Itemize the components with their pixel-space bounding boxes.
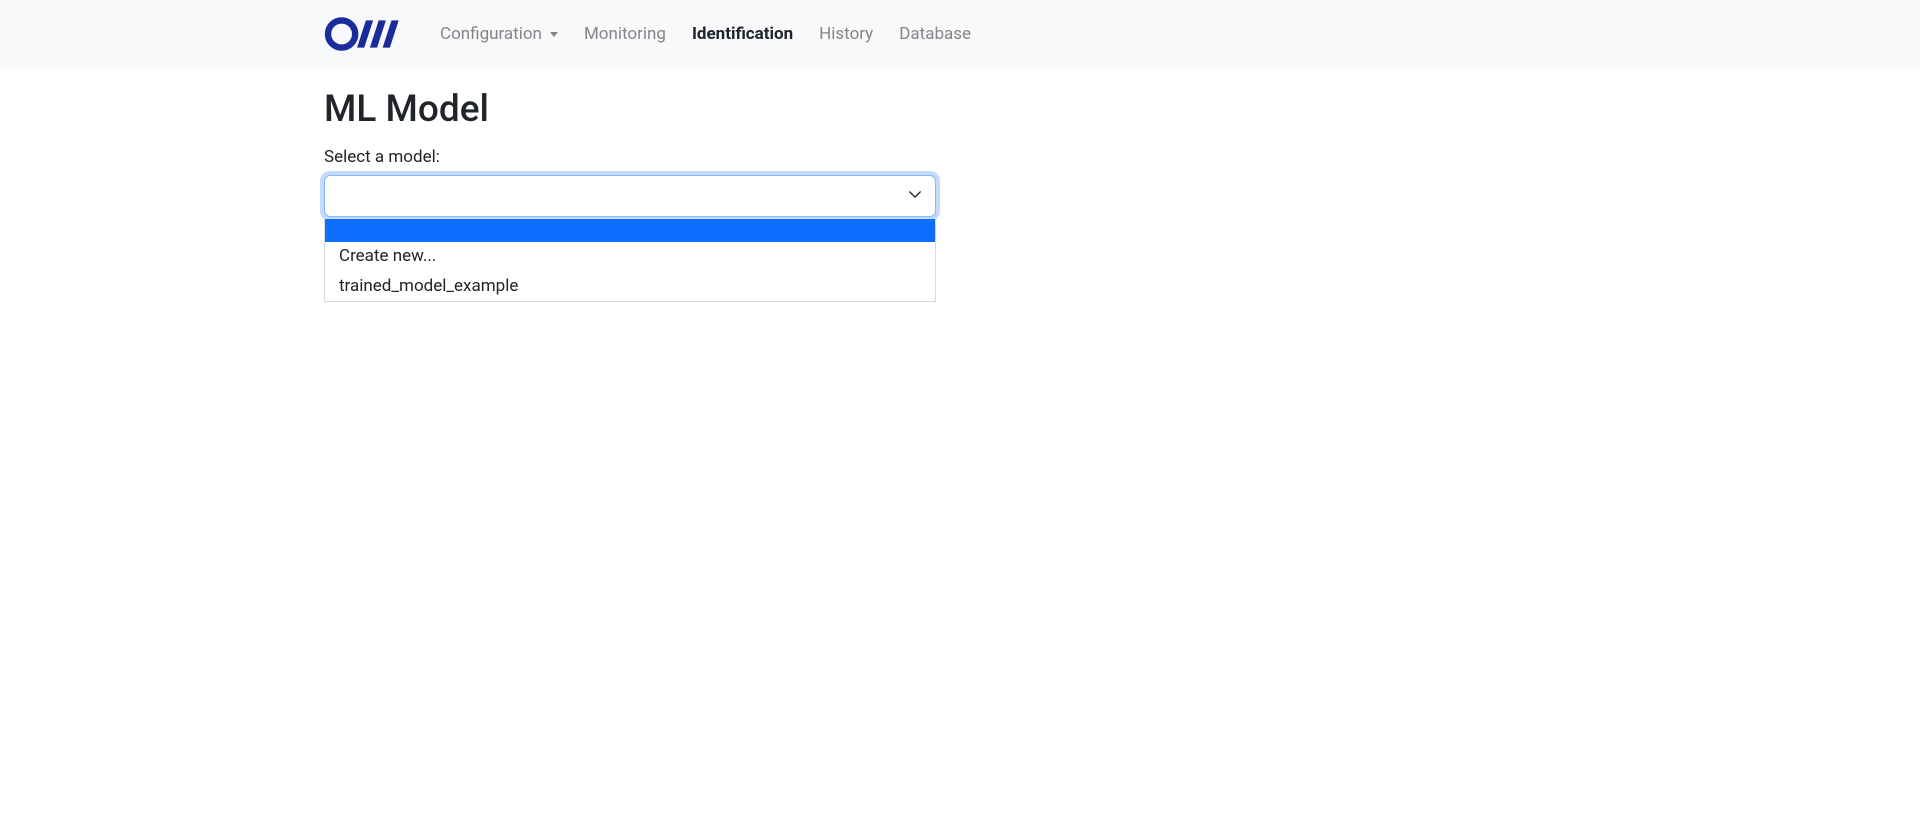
main-container: ML Model Select a model: Create new... t… (300, 68, 1620, 237)
model-option-trained-example[interactable]: trained_model_example (325, 272, 935, 302)
model-option-empty[interactable] (325, 219, 935, 242)
model-select[interactable] (324, 175, 936, 217)
model-select-dropdown: Create new... trained_model_example (324, 219, 936, 302)
nav-identification[interactable]: Identification (680, 16, 805, 52)
navbar: Configuration Monitoring Identification … (0, 0, 1920, 68)
nav-links: Configuration Monitoring Identification … (428, 16, 983, 52)
navbar-inner: Configuration Monitoring Identification … (300, 4, 1620, 64)
page-title: ML Model (324, 88, 1596, 131)
brand-logo[interactable] (324, 16, 404, 52)
nav-database-label: Database (899, 24, 971, 44)
nav-configuration-label: Configuration (440, 24, 542, 44)
nav-configuration[interactable]: Configuration (428, 16, 570, 52)
nav-monitoring-label: Monitoring (584, 24, 666, 44)
logo-icon (324, 16, 404, 52)
nav-history-label: History (819, 24, 873, 44)
nav-database[interactable]: Database (887, 16, 983, 52)
model-select-label: Select a model: (324, 147, 1596, 167)
nav-history[interactable]: History (807, 16, 885, 52)
caret-down-icon (550, 32, 558, 37)
model-option-create-new[interactable]: Create new... (325, 242, 935, 272)
model-select-wrapper: Create new... trained_model_example (324, 175, 936, 217)
nav-monitoring[interactable]: Monitoring (572, 16, 678, 52)
nav-identification-label: Identification (692, 24, 793, 44)
